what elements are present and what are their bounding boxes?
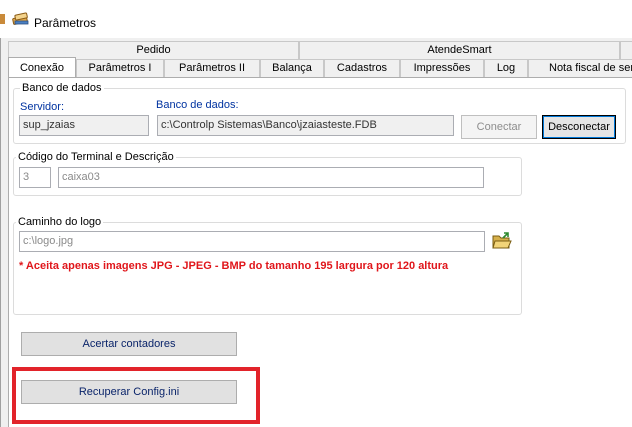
terminal-description-field[interactable]: caixa03 — [58, 167, 484, 188]
open-folder-icon[interactable] — [492, 232, 512, 250]
logo-warning-text: * Aceita apenas imagens JPG - JPEG - BMP… — [19, 260, 449, 272]
tab-cadastros[interactable]: Cadastros — [324, 59, 400, 77]
tab-nota-fiscal[interactable]: Nota fiscal de ser — [528, 59, 632, 77]
tab-impressoes[interactable]: Impressões — [400, 59, 484, 77]
recover-config-button[interactable]: Recuperar Config.ini — [21, 380, 237, 404]
tab-overflow — [620, 41, 632, 59]
adjust-counters-button[interactable]: Acertar contadores — [21, 332, 237, 356]
tab-page-conexao: Banco de dados Servidor: Banco de dados:… — [8, 77, 632, 427]
tab-conexao[interactable]: Conexão — [8, 57, 76, 77]
window-body: Pedido AtendeSmart Conexão Parâmetros I … — [0, 38, 632, 427]
logo-path-field[interactable]: c:\logo.jpg — [19, 231, 485, 252]
database-path-field[interactable]: c:\Controlp Sistemas\Banco\jzaiasteste.F… — [157, 115, 454, 136]
logo-group: Caminho do logo c:\logo.jpg * Aceita ape… — [13, 216, 522, 315]
tab-row-top: Pedido AtendeSmart — [8, 41, 632, 59]
tab-parametros-i[interactable]: Parâmetros I — [76, 59, 164, 77]
title-bar: Parâmetros — [0, 0, 632, 38]
terminal-group: Código do Terminal e Descrição 3 caixa03 — [13, 151, 522, 196]
server-field[interactable]: sup_jzaias — [19, 115, 149, 136]
terminal-group-title: Código do Terminal e Descrição — [16, 151, 176, 163]
tab-row-bottom: Conexão Parâmetros I Parâmetros II Balan… — [8, 57, 632, 77]
server-label: Servidor: — [20, 101, 65, 113]
disconnect-button[interactable]: Desconectar — [542, 115, 616, 139]
database-label: Banco de dados: — [156, 99, 239, 111]
tab-atendesmart[interactable]: AtendeSmart — [299, 41, 620, 59]
app-icon — [12, 12, 29, 25]
tab-log[interactable]: Log — [484, 59, 528, 77]
window-title: Parâmetros — [34, 16, 97, 30]
tab-balanca[interactable]: Balança — [260, 59, 324, 77]
connect-button[interactable]: Conectar — [461, 115, 537, 139]
database-group: Banco de dados Servidor: Banco de dados:… — [13, 82, 626, 144]
tab-parametros-ii[interactable]: Parâmetros II — [164, 59, 260, 77]
database-group-title: Banco de dados — [20, 82, 104, 94]
logo-group-title: Caminho do logo — [16, 216, 104, 228]
terminal-code-field[interactable]: 3 — [19, 167, 51, 188]
partial-window-icon — [0, 14, 5, 24]
